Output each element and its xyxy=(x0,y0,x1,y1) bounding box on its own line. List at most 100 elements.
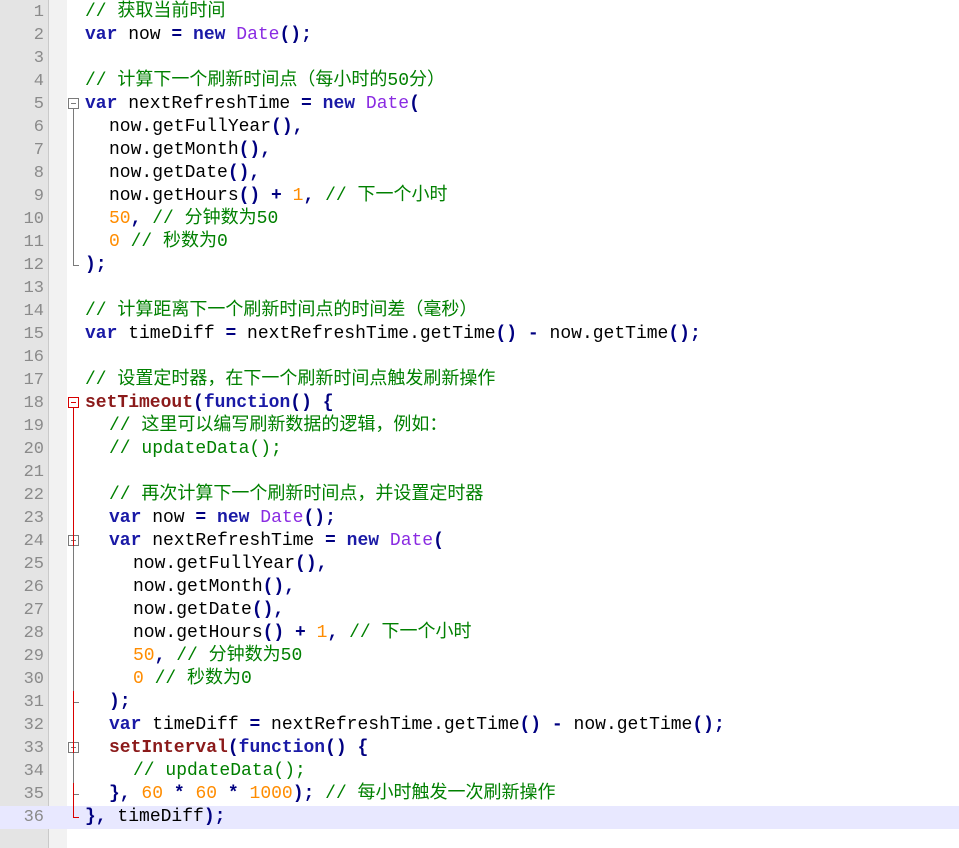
code-text: now.getFullYear(), xyxy=(109,116,303,139)
code-token: var xyxy=(109,508,142,528)
code-token: // 下一个小时 xyxy=(325,186,448,206)
code-line[interactable]: 34 // updateData(); xyxy=(0,760,959,783)
code-token: 1 xyxy=(316,623,328,643)
code-line[interactable]: 22 // 再次计算下一个刷新时间点，并设置定时器 xyxy=(0,484,959,507)
code-text: // 再次计算下一个刷新时间点，并设置定时器 xyxy=(109,484,483,507)
code-token: ( xyxy=(409,94,420,114)
code-line[interactable]: 13 xyxy=(0,277,959,300)
code-line[interactable]: 26 now.getMonth(), xyxy=(0,576,959,599)
line-number: 29 xyxy=(23,647,44,666)
code-token: // 秒数为0 xyxy=(130,232,228,252)
code-text: now.getMonth(), xyxy=(133,576,295,599)
code-token: function xyxy=(203,393,291,413)
code-token: now.getFullYear xyxy=(109,117,272,137)
code-line[interactable]: 35}, 60 * 60 * 1000); // 每小时触发一次刷新操作 xyxy=(0,783,959,806)
line-number: 21 xyxy=(23,463,44,482)
code-line[interactable]: 27 now.getDate(), xyxy=(0,599,959,622)
code-token: // 这里可以编写刷新数据的逻辑，例如： xyxy=(109,416,448,436)
code-text: }, timeDiff); xyxy=(85,806,225,829)
line-number: 26 xyxy=(23,578,44,597)
fold-collapse-icon[interactable] xyxy=(68,397,79,408)
code-token: , xyxy=(303,186,315,206)
code-line[interactable]: 32 var timeDiff = nextRefreshTime.getTime… xyxy=(0,714,959,737)
code-token: (), xyxy=(227,163,261,183)
code-line[interactable]: 2 var now = new Date(); xyxy=(0,24,959,47)
code-line[interactable]: 21 xyxy=(0,461,959,484)
code-token: * xyxy=(173,784,185,804)
code-token: (); xyxy=(668,324,701,344)
line-number: 27 xyxy=(23,601,44,620)
code-line[interactable]: 9 now.getHours() + 1, // 下一个小时 xyxy=(0,185,959,208)
code-line[interactable]: 30 0 // 秒数为0 xyxy=(0,668,959,691)
code-line[interactable]: 24 var nextRefreshTime = new Date( xyxy=(0,530,959,553)
code-token: ); xyxy=(292,784,315,804)
code-line[interactable]: 23 var now = new Date(); xyxy=(0,507,959,530)
code-line[interactable]: 18 setTimeout(function() { xyxy=(0,392,959,415)
code-text: ); xyxy=(85,254,107,277)
code-line[interactable]: 25 now.getFullYear(), xyxy=(0,553,959,576)
code-line[interactable]: 14 // 计算距离下一个刷新时间点的时间差（毫秒） xyxy=(0,300,959,323)
code-token: now.getDate xyxy=(109,163,228,183)
code-token: now.getDate xyxy=(133,600,252,620)
code-token: ); xyxy=(85,255,107,275)
code-token: // 下一个小时 xyxy=(349,623,472,643)
code-line[interactable]: 15 var timeDiff = nextRefreshTime.getTime… xyxy=(0,323,959,346)
code-line[interactable]: 8 now.getDate(), xyxy=(0,162,959,185)
code-token: () xyxy=(519,715,542,735)
code-line[interactable]: 1 // 获取当前时间 xyxy=(0,1,959,24)
code-token: Date xyxy=(365,94,410,114)
code-token: timeDiff xyxy=(106,807,204,827)
code-text: now.getHours() + 1, // 下一个小时 xyxy=(109,185,448,208)
code-line[interactable]: 28 now.getHours() + 1, // 下一个小时 xyxy=(0,622,959,645)
code-line[interactable]: 11 0 // 秒数为0 xyxy=(0,231,959,254)
code-line[interactable]: 29 50, // 分钟数为50 xyxy=(0,645,959,668)
code-token: () xyxy=(238,186,261,206)
line-number: 20 xyxy=(23,440,44,459)
code-line[interactable]: 6 now.getFullYear(), xyxy=(0,116,959,139)
code-line[interactable]: 10 50, // 分钟数为50 xyxy=(0,208,959,231)
code-line[interactable]: 7 now.getMonth(), xyxy=(0,139,959,162)
code-token: 0 xyxy=(109,232,120,252)
code-line[interactable]: 36}, timeDiff); xyxy=(0,806,959,829)
code-token: ( xyxy=(433,531,444,551)
code-text: // 计算下一个刷新时间点（每小时的50分） xyxy=(85,70,445,93)
code-text: // 计算距离下一个刷新时间点的时间差（毫秒） xyxy=(85,300,477,323)
code-line[interactable]: 5 var nextRefreshTime = new Date( xyxy=(0,93,959,116)
code-line[interactable]: 33 setInterval(function() { xyxy=(0,737,959,760)
code-token: 50 xyxy=(109,209,131,229)
code-token: (), xyxy=(251,600,285,620)
code-line[interactable]: 3 xyxy=(0,47,959,70)
code-line[interactable]: 4 // 计算下一个刷新时间点（每小时的50分） xyxy=(0,70,959,93)
code-text: 50, // 分钟数为50 xyxy=(109,208,278,231)
code-line[interactable]: 12); xyxy=(0,254,959,277)
fold-collapse-icon[interactable] xyxy=(68,98,79,109)
code-line[interactable]: 16 xyxy=(0,346,959,369)
line-number: 34 xyxy=(23,762,44,781)
code-line[interactable]: 19 // 这里可以编写刷新数据的逻辑，例如： xyxy=(0,415,959,438)
code-text: var now = new Date(); xyxy=(109,507,336,530)
code-token: (), xyxy=(295,554,328,574)
code-token: now.getHours xyxy=(133,623,263,643)
line-number: 17 xyxy=(23,371,44,390)
line-number: 11 xyxy=(23,233,44,252)
code-token: setInterval xyxy=(109,738,228,758)
line-number: 32 xyxy=(23,716,44,735)
code-line[interactable]: 20 // updateData(); xyxy=(0,438,959,461)
code-text: var timeDiff = nextRefreshTime.getTime()… xyxy=(109,714,725,737)
code-text: now.getFullYear(), xyxy=(133,553,327,576)
code-line[interactable]: 17 // 设置定时器，在下一个刷新时间点触发刷新操作 xyxy=(0,369,959,392)
code-line[interactable]: 31); xyxy=(0,691,959,714)
code-editor[interactable]: 1// 获取当前时间 2 var now = new Date(); 3 4// 计算下… xyxy=(0,0,959,848)
code-text: setTimeout(function() { xyxy=(85,392,334,415)
line-number: 31 xyxy=(23,693,44,712)
code-token: // 获取当前时间 xyxy=(85,2,226,22)
code-token: (); xyxy=(692,715,725,735)
code-token: function xyxy=(238,738,326,758)
